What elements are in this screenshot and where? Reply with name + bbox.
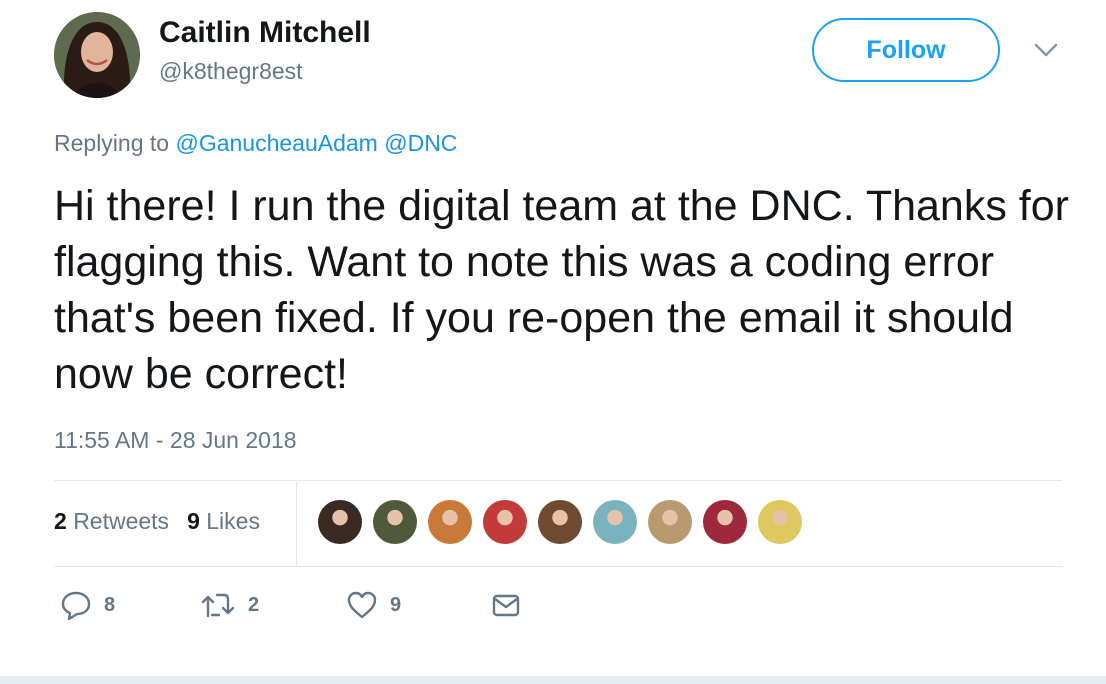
tweet-timestamp[interactable]: 11:55 AM - 28 Jun 2018 <box>54 427 297 454</box>
divider <box>54 566 1062 567</box>
reply-count: 8 <box>104 593 116 616</box>
liker-avatar[interactable] <box>648 500 692 544</box>
retweets-label: Retweets <box>73 508 170 534</box>
likes-count: 9 <box>187 508 200 534</box>
like-button[interactable]: 9 <box>346 590 401 620</box>
tweet-card: Caitlin Mitchell @k8thegr8est Follow Rep… <box>0 0 1106 684</box>
author-handle[interactable]: @k8thegr8est <box>159 58 303 85</box>
divider <box>54 480 1062 481</box>
mention-link[interactable]: @GanucheauAdam <box>175 130 377 156</box>
author-name[interactable]: Caitlin Mitchell <box>159 16 371 50</box>
liker-avatar[interactable] <box>483 500 527 544</box>
heart-icon <box>347 591 377 619</box>
liker-avatar[interactable] <box>318 500 362 544</box>
avatar[interactable] <box>54 12 140 98</box>
liker-avatar[interactable] <box>428 500 472 544</box>
chevron-down-icon[interactable] <box>1034 42 1058 58</box>
likes-stat[interactable]: 9 Likes <box>187 508 260 535</box>
direct-message-button[interactable] <box>490 590 522 620</box>
likes-label: Likes <box>206 508 260 534</box>
liker-avatar[interactable] <box>538 500 582 544</box>
tweet-stats: 2 Retweets 9 Likes <box>54 508 260 535</box>
envelope-icon <box>492 594 520 617</box>
liker-avatar[interactable] <box>758 500 802 544</box>
retweet-count: 2 <box>248 593 260 616</box>
liker-avatar[interactable] <box>593 500 637 544</box>
reply-icon <box>61 591 91 620</box>
replying-to-label: Replying to <box>54 130 170 156</box>
replying-to: Replying to @GanucheauAdam @DNC <box>54 130 457 157</box>
tweet-text: Hi there! I run the digital team at the … <box>54 182 1069 398</box>
likers-avatars <box>318 500 802 544</box>
retweet-icon <box>201 593 235 618</box>
retweet-button[interactable]: 2 <box>200 590 259 620</box>
liker-avatar[interactable] <box>703 500 747 544</box>
card-footer-strip <box>0 676 1106 684</box>
follow-button[interactable]: Follow <box>812 18 1000 82</box>
retweets-stat[interactable]: 2 Retweets <box>54 508 169 535</box>
mention-link[interactable]: @DNC <box>384 130 457 156</box>
liker-avatar[interactable] <box>373 500 417 544</box>
divider <box>296 482 297 566</box>
like-count: 9 <box>390 593 402 616</box>
retweets-count: 2 <box>54 508 67 534</box>
reply-button[interactable]: 8 <box>60 590 115 620</box>
